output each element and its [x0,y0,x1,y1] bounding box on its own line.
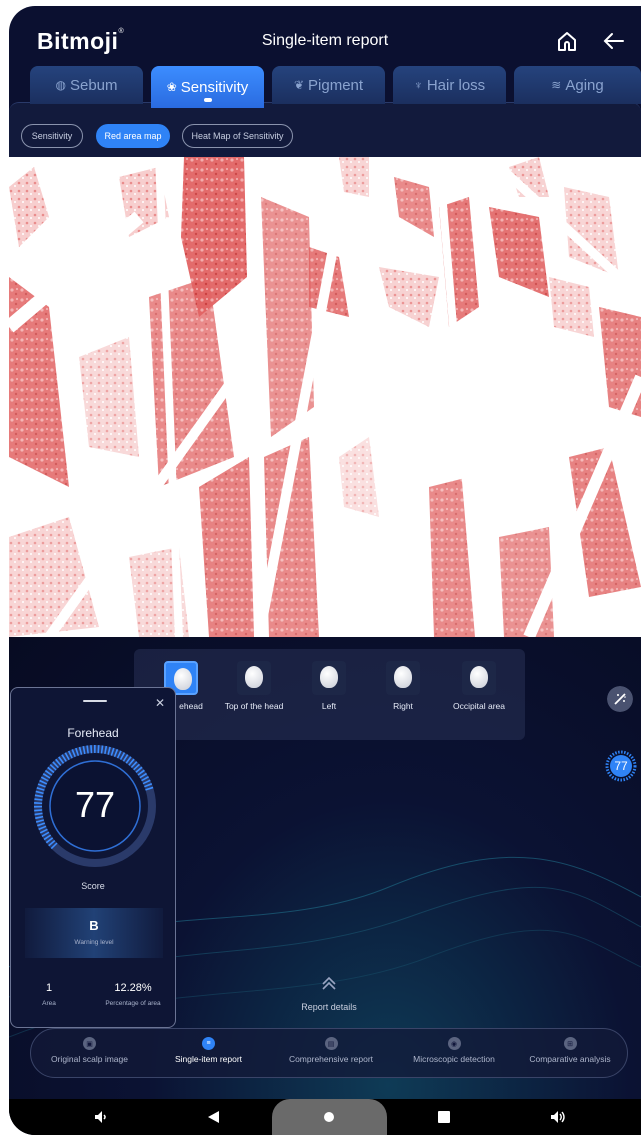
active-indicator [203,98,212,102]
area-label: Area [42,1000,56,1007]
microscope-icon: ◉ [447,1037,461,1050]
tab-sensitivity[interactable]: ❀ Sensitivity [151,66,264,108]
nav-comparative-analysis[interactable]: ⊞ Comparative analysis [519,1037,621,1064]
close-icon[interactable]: ✕ [155,696,165,710]
back-arrow-icon[interactable] [601,28,627,54]
volume-up-icon[interactable] [549,1108,567,1126]
tab-aging[interactable]: ≋ Aging [514,66,641,104]
pigment-icon: ❦ [293,78,305,92]
score-label: Score [81,881,105,891]
volume-down-icon[interactable] [92,1108,110,1126]
system-navigation-bar [9,1099,641,1135]
back-triangle-icon[interactable] [205,1108,223,1126]
score-value: 77 [74,784,116,825]
tab-pigment[interactable]: ❦ Pigment [272,66,385,104]
head-front-icon [174,668,192,690]
position-occipital-area[interactable]: Occipital area [444,661,514,711]
warning-level-box: B Warning level [25,908,163,958]
chevron-up-icon [322,976,336,990]
right-thumbnail [386,661,420,695]
home-icon[interactable] [554,28,580,54]
nav-single-item-report[interactable]: ≡ Single-item report [156,1037,261,1064]
flower-icon: ❀ [166,80,177,94]
position-selector: ehead Top of the head Left Right Occipit… [134,649,525,740]
comprehensive-icon: ▤ [324,1037,338,1050]
score-gauge: 77 [33,744,157,868]
app-window: Bitmoji® Single-item report ◍ Sebum ❀ Sens… [9,6,641,1135]
position-right[interactable]: Right [368,661,438,711]
top-of-head-thumbnail [237,661,271,695]
home-circle-icon[interactable] [320,1108,338,1126]
score-badge-value: 77 [614,759,628,773]
head-left-icon [320,666,338,688]
warning-level-label: Warning level [74,939,114,946]
position-top-of-head[interactable]: Top of the head [219,661,289,711]
percentage-label: Percentage of area [105,1000,161,1007]
left-thumbnail [312,661,346,695]
head-back-icon [470,666,488,688]
score-card: ✕ Forehead 77 Score B Warning level 1 Ar… [10,687,176,1028]
head-top-icon [245,666,263,688]
report-details-button[interactable]: Report details [289,972,369,1012]
red-area-map-image [9,157,641,637]
subtab-red-area-map[interactable]: Red area map [96,124,170,148]
percentage-value: 12.28% [114,982,152,994]
percentage-stat: 12.28% Percentage of area [97,982,169,1007]
hair-icon: ♆ [413,78,423,92]
nav-microscopic-detection[interactable]: ◉ Microscopic detection [399,1037,509,1064]
bottom-navigation: ▣ Original scalp image ≡ Single-item repor… [30,1028,628,1078]
waves-icon: ≋ [551,78,562,92]
category-tabs: ◍ Sebum ❀ Sensitivity ❦ Pigment ♆ Hair loss … [30,66,641,108]
compare-icon: ⊞ [563,1037,577,1050]
area-value: 1 [45,982,53,994]
report-details-label: Report details [301,1002,357,1012]
score-badge-button[interactable]: 77 [605,750,637,782]
warning-level-value: B [89,918,99,933]
recents-square-icon[interactable] [435,1108,453,1126]
magic-wand-button[interactable] [607,686,633,712]
tab-hair-loss[interactable]: ♆ Hair loss [393,66,506,104]
tab-sebum[interactable]: ◍ Sebum [30,66,143,104]
image-icon: ▣ [83,1037,96,1050]
page-title: Single-item report [261,32,389,49]
occipital-thumbnail [462,661,496,695]
subtab-sensitivity[interactable]: Sensitivity [21,124,83,148]
subtab-heat-map[interactable]: Heat Map of Sensitivity [182,124,293,148]
card-region-title: Forehead [67,726,119,740]
globe-icon: ◍ [55,78,66,92]
nav-comprehensive-report[interactable]: ▤ Comprehensive report [276,1037,386,1064]
head-right-icon [394,666,412,688]
area-stat: 1 Area [29,982,69,1007]
position-left[interactable]: Left [294,661,364,711]
nav-original-scalp-image[interactable]: ▣ Original scalp image [37,1037,142,1064]
drag-handle[interactable] [83,700,107,702]
report-icon: ≡ [202,1037,215,1050]
